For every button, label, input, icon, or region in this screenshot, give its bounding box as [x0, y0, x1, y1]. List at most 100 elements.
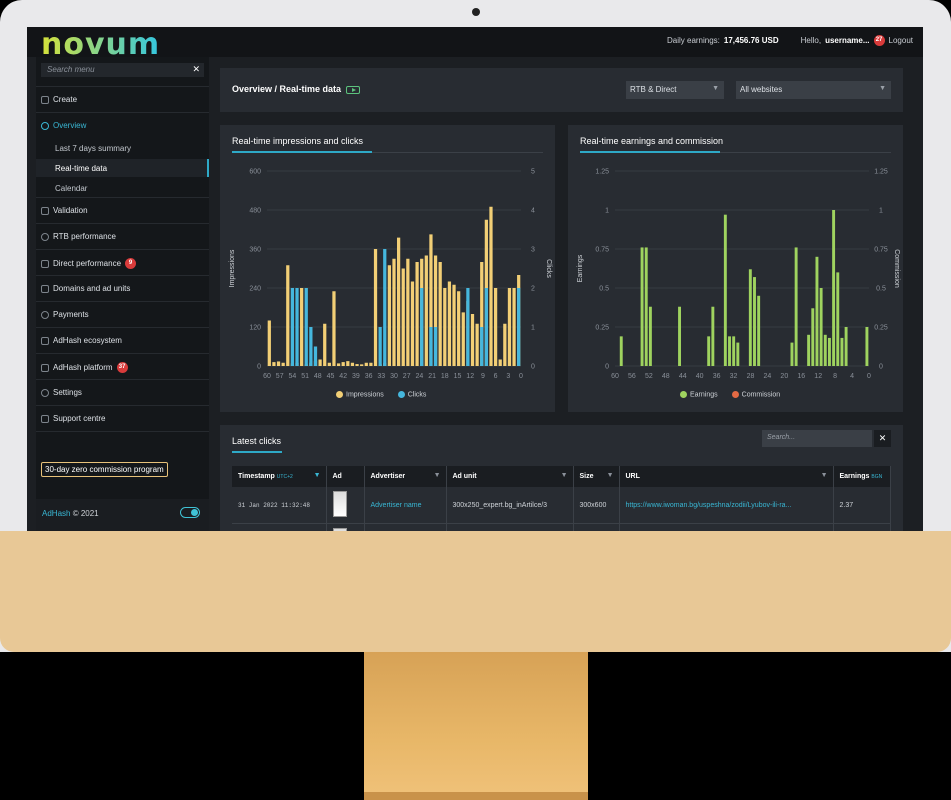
bar-secondary: [383, 249, 387, 366]
y2-tick-label: 1: [879, 208, 883, 215]
sidebar-item-label: Validation: [53, 206, 88, 215]
x-tick-label: 45: [327, 373, 335, 380]
daily-earnings-label: Daily earnings:: [666, 36, 720, 45]
column-earnings[interactable]: Earnings BGN: [833, 466, 891, 487]
bar-primary: [736, 342, 740, 366]
bar-primary: [267, 320, 271, 366]
x-tick-label: 48: [662, 373, 670, 380]
sidebar-item-domains[interactable]: Domains and ad units: [36, 284, 209, 293]
sidebar-sub-calendar[interactable]: Calendar: [55, 184, 87, 193]
bar-primary: [327, 362, 331, 366]
x-tick-label: 18: [441, 373, 449, 380]
legend-impressions[interactable]: Impressions: [336, 391, 384, 398]
column-sub: BGN: [871, 474, 883, 480]
sidebar-item-support[interactable]: Support centre: [36, 414, 209, 423]
theme-toggle[interactable]: [180, 507, 200, 518]
main-content: Overview / Real-time data RTB & Direct ▼…: [209, 57, 923, 531]
notification-badge[interactable]: 27: [873, 35, 885, 46]
sidebar-sub-summary[interactable]: Last 7 days summary: [55, 144, 131, 153]
y-tick-label: 0.75: [595, 247, 609, 254]
bar-primary: [336, 363, 341, 366]
sidebar-item-label: Settings: [53, 388, 82, 397]
footer-copy: © 2021: [72, 509, 99, 518]
column-advertiser[interactable]: Advertiser ▼: [364, 466, 447, 487]
username[interactable]: username...: [825, 36, 869, 45]
bar-primary: [678, 306, 681, 366]
sidebar-item-overview[interactable]: Overview: [36, 121, 209, 130]
title-accent: [580, 151, 720, 153]
bar-primary: [728, 336, 731, 366]
clicks-search-input[interactable]: Search...: [762, 430, 872, 447]
x-tick-label: 28: [747, 373, 755, 380]
x-tick-label: 60: [611, 373, 619, 380]
sidebar-item-rtb[interactable]: RTB performance: [36, 232, 209, 241]
column-url[interactable]: URL ▼: [619, 466, 834, 487]
logout-link[interactable]: Logout: [889, 36, 913, 45]
search-menu-placeholder: Search menu: [47, 65, 95, 74]
cell-ad[interactable]: [326, 487, 365, 524]
validation-icon: [41, 206, 49, 215]
legend-clicks[interactable]: Clicks: [397, 391, 426, 398]
bar-primary: [332, 291, 336, 366]
bar-primary: [341, 362, 345, 366]
y-tick-label: 240: [249, 286, 261, 293]
sidebar-item-platform[interactable]: AdHash platform 37: [36, 362, 209, 373]
cell-advertiser[interactable]: Advertiser name: [364, 487, 447, 524]
gear-icon: [41, 388, 49, 397]
monitor-chin: [0, 531, 951, 652]
y2-tick-label: 4: [531, 208, 535, 215]
chart-legend: Earnings Commission: [680, 391, 780, 398]
column-size[interactable]: Size ▼: [573, 466, 620, 487]
user-area: Daily earnings: 17,456.76 USD Hello, use…: [667, 35, 913, 46]
ad-thumbnail[interactable]: [332, 491, 347, 517]
bar-primary: [648, 306, 652, 366]
y2-tick-label: 0.25: [874, 325, 888, 332]
legend-earnings[interactable]: Earnings: [680, 391, 718, 398]
legend-commission[interactable]: Commission: [731, 391, 780, 398]
cell-empty: [446, 523, 574, 531]
x-tick-label: 52: [645, 373, 653, 380]
bar-primary: [401, 268, 405, 366]
table-row[interactable]: 31 Jan 2022 11:32:48 Advertiser name 300…: [232, 487, 891, 524]
close-icon[interactable]: ✕: [192, 64, 200, 75]
bar-primary: [369, 362, 373, 366]
bar-primary: [281, 362, 285, 366]
x-tick-label: 57: [276, 373, 284, 380]
column-ad-unit[interactable]: Ad unit ▼: [446, 466, 574, 487]
video-icon[interactable]: [345, 85, 360, 94]
sidebar-item-create[interactable]: Create: [36, 95, 209, 104]
cell-ad[interactable]: [326, 523, 365, 531]
bar-primary: [844, 327, 848, 366]
column-label: URL: [625, 473, 640, 480]
source-filter-select[interactable]: RTB & Direct ▼: [626, 81, 724, 99]
sidebar-item-direct[interactable]: Direct performance 9: [36, 258, 209, 269]
column-ad[interactable]: Ad: [326, 466, 365, 487]
y2-tick-label: 0.5: [876, 286, 886, 293]
sidebar-item-payments[interactable]: Payments: [36, 310, 209, 319]
bar-secondary: [480, 327, 484, 366]
footer-brand[interactable]: AdHash: [42, 509, 70, 518]
panel-title: Latest clicks: [232, 436, 282, 446]
sidebar: Search menu ✕ Create Overview Last 7 day…: [36, 57, 209, 531]
zero-commission-button[interactable]: 30-day zero commission program: [41, 462, 168, 477]
sidebar-item-settings[interactable]: Settings: [36, 388, 209, 397]
search-menu-input[interactable]: Search menu ✕: [41, 63, 204, 77]
sidebar-item-ecosystem[interactable]: AdHash ecosystem: [36, 336, 209, 345]
impressions-chart-panel: Real-time impressions and clicks 0 120 240…: [220, 125, 555, 412]
x-tick-label: 40: [696, 373, 704, 380]
chevron-down-icon: ▼: [712, 85, 719, 92]
close-icon[interactable]: ✕: [874, 430, 891, 447]
sidebar-item-label: Create: [53, 95, 78, 104]
sort-icon: ▼: [313, 472, 321, 479]
table-row[interactable]: [232, 523, 891, 531]
cell-url[interactable]: https://www.iwoman.bg/uspeshna/zodii/Lyu…: [619, 487, 834, 524]
x-tick-label: 48: [314, 373, 322, 380]
column-timestamp[interactable]: Timestamp UTC+2 ▼: [232, 466, 327, 487]
sidebar-item-validation[interactable]: Validation: [36, 206, 209, 215]
bar-secondary: [295, 288, 299, 366]
bar-primary: [503, 323, 507, 366]
bar-primary: [493, 288, 498, 366]
website-filter-select[interactable]: All websites ▼: [736, 81, 891, 99]
sidebar-sub-realtime[interactable]: Real-time data: [55, 164, 107, 173]
logo[interactable]: novum: [41, 30, 160, 60]
